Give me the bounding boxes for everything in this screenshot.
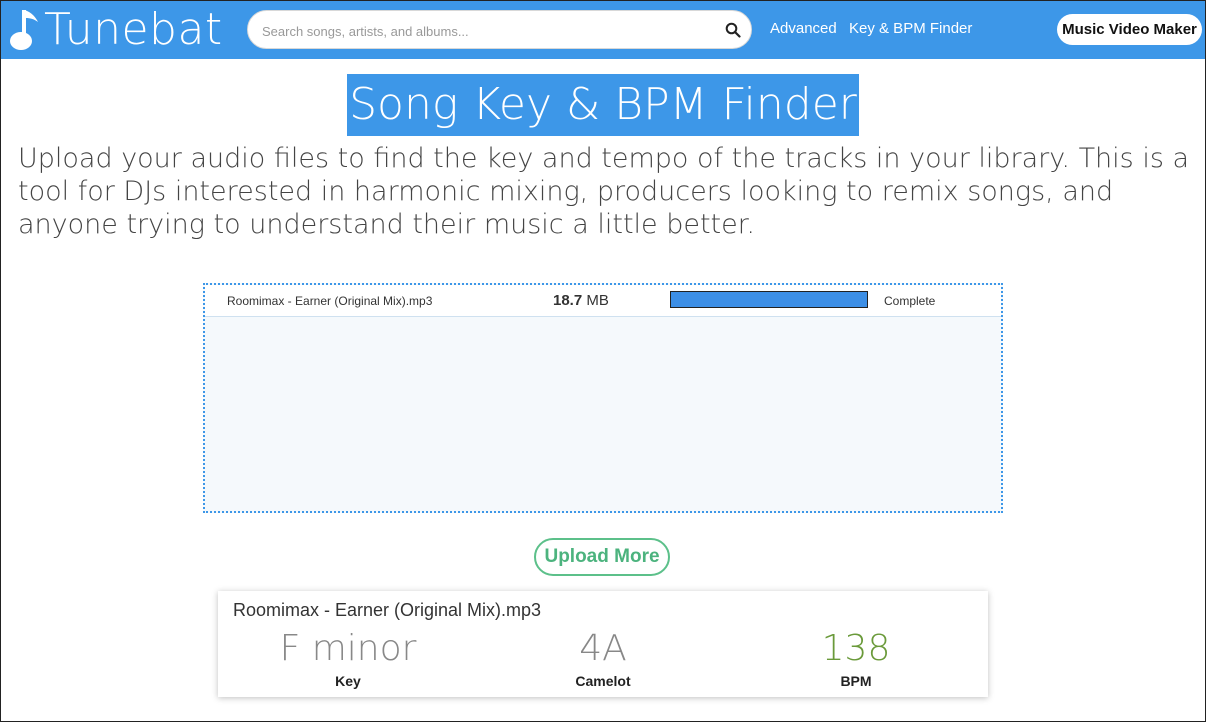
result-file-name: Roomimax - Earner (Original Mix).mp3 xyxy=(233,600,542,620)
top-header: Tunebat Advanced Key & BPM Finder Music … xyxy=(0,0,1206,59)
logo[interactable]: Tunebat xyxy=(8,6,223,54)
upload-status: Complete xyxy=(884,294,936,308)
result-card: Roomimax - Earner (Original Mix).mp3 F m… xyxy=(218,591,988,697)
search-bar xyxy=(247,10,752,49)
file-size-value: 18.7 xyxy=(553,292,583,309)
page-title: Song Key & BPM Finder xyxy=(347,74,859,136)
upload-file-size: 18.7 MB xyxy=(553,292,609,309)
upload-progress-fill xyxy=(671,292,867,307)
upload-file-row: Roomimax - Earner (Original Mix).mp3 18.… xyxy=(205,285,1001,317)
camelot-value: 4A xyxy=(579,628,627,669)
upload-more-button[interactable]: Upload More xyxy=(534,538,670,576)
result-camelot: 4A Camelot xyxy=(475,627,731,689)
search-input[interactable] xyxy=(260,19,714,43)
camelot-label: Camelot xyxy=(575,673,631,689)
logo-text: Tunebat xyxy=(44,4,223,55)
title-wrapper: Song Key & BPM Finder xyxy=(0,74,1206,136)
file-size-unit: MB xyxy=(586,292,609,309)
result-bpm: 138 BPM xyxy=(728,627,984,689)
nav-key-bpm-finder-link[interactable]: Key & BPM Finder xyxy=(849,20,972,37)
search-icon[interactable] xyxy=(725,22,741,38)
upload-progress-bar xyxy=(670,291,868,308)
key-value: F minor xyxy=(279,628,417,669)
nav-advanced-link[interactable]: Advanced xyxy=(770,20,837,37)
bpm-value: 138 xyxy=(821,628,891,669)
intro-text: Upload your audio files to find the key … xyxy=(18,143,1190,240)
music-note-icon xyxy=(10,10,38,50)
key-label: Key xyxy=(335,673,361,689)
bpm-label: BPM xyxy=(840,673,872,689)
upload-file-name: Roomimax - Earner (Original Mix).mp3 xyxy=(227,294,433,308)
upload-dropzone[interactable]: Roomimax - Earner (Original Mix).mp3 18.… xyxy=(203,283,1003,513)
result-key: F minor Key xyxy=(220,627,476,689)
music-video-maker-button[interactable]: Music Video Maker xyxy=(1057,14,1202,45)
